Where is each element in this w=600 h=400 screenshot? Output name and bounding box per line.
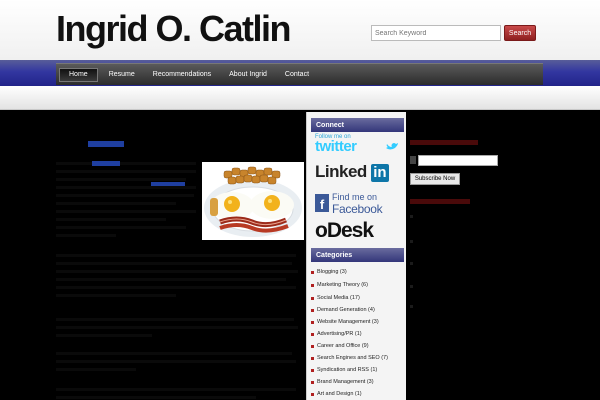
facebook-f-icon: f	[315, 194, 329, 212]
text-line	[56, 210, 196, 213]
text-line	[56, 270, 298, 273]
bullet-icon	[311, 344, 314, 348]
category-item[interactable]: Search Engines and SEO (7)	[311, 355, 388, 361]
search-input[interactable]	[371, 25, 501, 41]
category-item[interactable]: Social Media (17)	[311, 295, 360, 301]
bullet-icon	[410, 305, 413, 308]
subscribe-button[interactable]: Subscribe Now	[410, 173, 460, 185]
bullet-icon	[311, 356, 314, 360]
category-item[interactable]: Syndication and RSS (1)	[311, 367, 377, 373]
text-line	[56, 318, 294, 321]
text-line	[56, 334, 152, 337]
category-label: Website Management (3)	[317, 319, 379, 325]
facebook-label: Facebook	[332, 202, 383, 216]
text-line	[56, 326, 298, 329]
breakfast-illustration	[204, 166, 302, 237]
text-line	[56, 170, 196, 173]
text-line	[56, 218, 166, 221]
text-line	[56, 360, 296, 363]
text-line	[56, 186, 196, 189]
breakfast-image	[202, 162, 304, 240]
text-line	[56, 262, 292, 265]
bullet-icon	[410, 215, 413, 218]
facebook-badge[interactable]: f Find me on Facebook	[315, 192, 403, 216]
main-nav: Home Resume Recommendations About Ingrid…	[56, 63, 543, 85]
text-line	[56, 368, 136, 371]
category-label: Social Media (17)	[317, 295, 360, 301]
sidebar: Connect Follow me on twitter Linked in f…	[306, 112, 406, 400]
linkedin-badge[interactable]: Linked in	[315, 162, 403, 184]
category-label: Art and Design (1)	[317, 391, 362, 397]
bullet-icon	[311, 270, 314, 274]
category-item[interactable]: Demand Generation (4)	[311, 307, 375, 313]
category-label: Syndication and RSS (1)	[317, 367, 378, 373]
connect-heading: Connect	[311, 118, 404, 132]
subscribe-email-input[interactable]	[418, 155, 498, 166]
category-label: Search Engines and SEO (7)	[317, 355, 388, 361]
category-item[interactable]: Blogging (3)	[311, 269, 347, 275]
bullet-icon	[311, 283, 314, 287]
post-title[interactable]	[88, 141, 124, 147]
category-item[interactable]: Career and Office (9)	[311, 343, 369, 349]
linkedin-label: Linked	[315, 162, 367, 181]
facebook-caption: Find me on	[332, 192, 378, 202]
nav-item-about[interactable]: About Ingrid	[220, 68, 276, 82]
nav-item-home[interactable]: Home	[59, 67, 98, 82]
bullet-icon	[311, 332, 314, 336]
bullet-icon	[311, 296, 314, 300]
main-content	[56, 112, 304, 400]
twitter-bird-icon	[386, 143, 398, 150]
category-item[interactable]: Art and Design (1)	[311, 391, 362, 397]
text-line	[56, 388, 296, 391]
text-line	[56, 278, 286, 281]
category-item[interactable]: Brand Management (3)	[311, 379, 374, 385]
bullet-icon	[311, 368, 314, 372]
text-line	[56, 396, 256, 399]
bullet-icon	[311, 392, 314, 396]
category-label: Advertising/PR (1)	[317, 331, 362, 337]
bullet-icon	[410, 285, 413, 288]
email-icon	[410, 156, 416, 164]
category-label: Brand Management (3)	[317, 379, 374, 385]
category-label: Blogging (3)	[317, 269, 347, 275]
linkedin-in-icon: in	[371, 164, 389, 182]
odesk-label: oDesk	[315, 219, 374, 242]
text-line	[56, 234, 116, 237]
twitter-badge[interactable]: Follow me on twitter	[315, 134, 403, 156]
recent-heading	[410, 199, 470, 204]
text-line	[56, 226, 186, 229]
text-link[interactable]	[92, 161, 120, 166]
text-line	[56, 162, 196, 165]
nav-item-recommendations[interactable]: Recommendations	[144, 68, 220, 82]
odesk-badge[interactable]: oDesk	[315, 220, 403, 244]
text-line	[56, 254, 296, 257]
category-label: Marketing Theory (6)	[317, 282, 368, 288]
bullet-icon	[410, 240, 413, 243]
text-line	[56, 294, 176, 297]
text-line	[56, 352, 292, 355]
subscribe-heading	[410, 140, 478, 145]
text-line	[56, 178, 186, 181]
text-line	[56, 194, 194, 197]
site-title[interactable]: Ingrid O. Catlin	[56, 8, 292, 50]
category-item[interactable]: Advertising/PR (1)	[311, 331, 362, 337]
sub-band	[0, 86, 600, 110]
nav-item-resume[interactable]: Resume	[100, 68, 144, 82]
category-label: Career and Office (9)	[317, 343, 369, 349]
bullet-icon	[311, 380, 314, 384]
search-button[interactable]: Search	[504, 25, 536, 41]
nav-item-contact[interactable]: Contact	[276, 68, 318, 82]
text-line	[56, 286, 296, 289]
category-item[interactable]: Marketing Theory (6)	[311, 282, 368, 288]
text-line	[56, 202, 176, 205]
bullet-icon	[311, 320, 314, 324]
bullet-icon	[410, 262, 413, 265]
bullet-icon	[311, 308, 314, 312]
categories-heading: Categories	[311, 248, 404, 262]
category-item[interactable]: Website Management (3)	[311, 319, 379, 325]
category-label: Demand Generation (4)	[317, 307, 375, 313]
